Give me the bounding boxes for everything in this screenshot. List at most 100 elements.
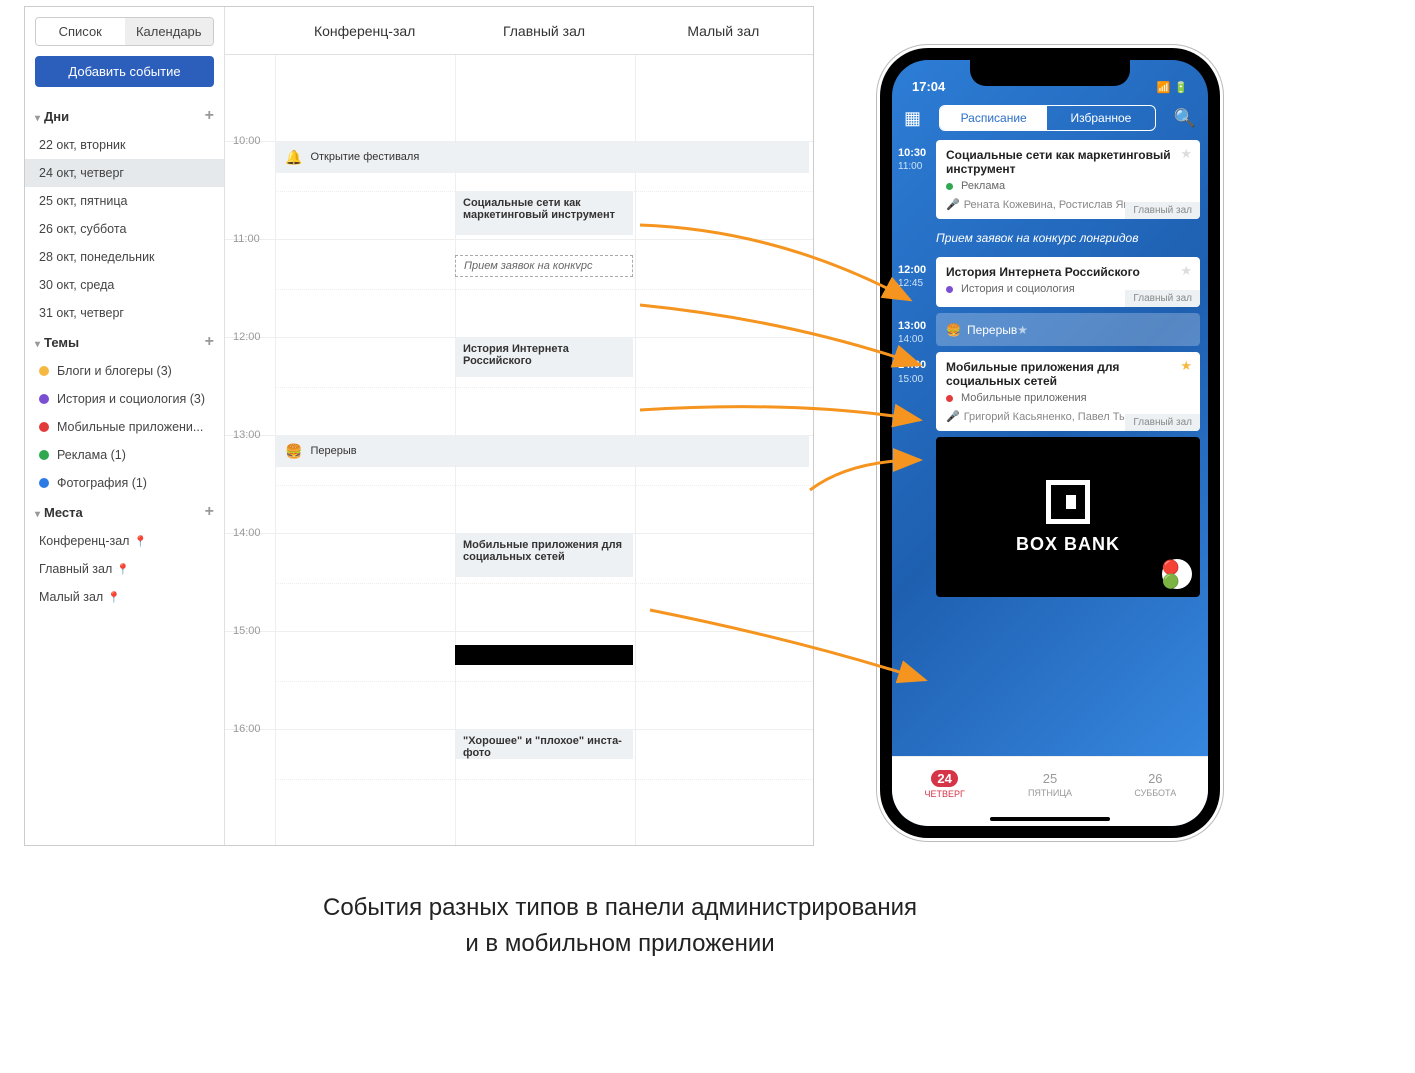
event-photo[interactable]: "Хорошее" и "плохое" инста-фото: [455, 729, 633, 759]
places-label: Места: [44, 505, 83, 520]
break-label: Перерыв: [967, 323, 1017, 337]
bottom-tab[interactable]: 26 СУББОТА: [1103, 757, 1208, 812]
card-title: Мобильные приложения для социальных сете…: [946, 360, 1190, 388]
event-history[interactable]: История Интернета Российского: [455, 337, 633, 377]
event-mobile[interactable]: Мобильные приложения для социальных сете…: [455, 533, 633, 577]
status-icons: 📶 🔋: [1157, 81, 1188, 94]
place-item[interactable]: Конференц-зал📍: [25, 527, 224, 555]
status-time: 17:04: [912, 79, 945, 94]
room-header: Конференц-зал: [275, 7, 454, 54]
card-title: Социальные сети как маркетинговый инстру…: [946, 148, 1190, 176]
time-column: 14:00 15:00: [892, 352, 936, 431]
time-start: 10:30: [898, 146, 936, 160]
feed-banner[interactable]: Прием заявок на конкурс лонгридов: [892, 225, 1208, 251]
star-icon[interactable]: ★: [1180, 358, 1192, 374]
theme-item[interactable]: Мобильные приложени...: [25, 413, 224, 441]
bell-icon: 🔔: [285, 149, 302, 166]
day-item[interactable]: 24 окт, четверг: [25, 159, 224, 187]
event-opening[interactable]: 🔔 Открытие фестиваля: [275, 141, 809, 173]
ad-text: BOX BANK: [1016, 534, 1120, 555]
section-themes[interactable]: ▾Темы +: [25, 327, 224, 357]
theme-label: История и социология (3): [57, 392, 205, 406]
admin-panel: Список Календарь Добавить событие ▾Дни +…: [24, 6, 814, 846]
wifi-icon: 📶: [1157, 81, 1171, 94]
grid-icon[interactable]: ▦: [904, 108, 921, 129]
dots-icon: 🔴🟢: [1162, 560, 1192, 588]
phone-screen: 17:04 📶 🔋 ▦ Расписание Избранное 🔍 10:30…: [892, 60, 1208, 826]
event-card[interactable]: Мобильные приложения для социальных сете…: [936, 352, 1200, 431]
card-room: Главный зал: [1125, 414, 1200, 431]
add-day-button[interactable]: +: [205, 107, 214, 125]
day-item[interactable]: 30 окт, среда: [25, 271, 224, 299]
event-break[interactable]: 🍔 Перерыв: [275, 435, 809, 467]
theme-item[interactable]: Фотография (1): [25, 469, 224, 497]
pin-icon: 📍: [107, 591, 121, 604]
color-dot-icon: [946, 183, 953, 190]
bottom-tab[interactable]: 25 ПЯТНИЦА: [997, 757, 1102, 812]
figure-caption: События разных типов в панели администри…: [0, 890, 1240, 962]
card-room: Главный зал: [1125, 202, 1200, 219]
time-start: 13:00: [898, 319, 936, 333]
feed-item[interactable]: 10:30 11:00 Социальные сети как маркетин…: [892, 140, 1208, 219]
event-banner[interactable]: [455, 645, 633, 665]
day-item[interactable]: 22 окт, вторник: [25, 131, 224, 159]
place-item[interactable]: Главный зал📍: [25, 555, 224, 583]
section-days[interactable]: ▾Дни +: [25, 101, 224, 131]
coffee-icon: 🍔: [946, 323, 961, 337]
search-icon[interactable]: 🔍: [1174, 108, 1196, 129]
time-end: 14:00: [898, 333, 936, 346]
day-item[interactable]: 31 окт, четверг: [25, 299, 224, 327]
calendar-grid: Конференц-зал Главный зал Малый зал 10:0…: [225, 7, 813, 845]
ad-fab-button[interactable]: 🔴🟢: [1162, 559, 1192, 589]
color-dot-icon: [39, 422, 49, 432]
event-card[interactable]: Социальные сети как маркетинговый инстру…: [936, 140, 1200, 219]
event-social[interactable]: Социальные сети как маркетинговый инстру…: [455, 191, 633, 235]
theme-item[interactable]: История и социология (3): [25, 385, 224, 413]
feed-break[interactable]: 13:00 14:00 🍔 Перерыв ★: [892, 313, 1208, 346]
theme-item[interactable]: Блоги и блогеры (3): [25, 357, 224, 385]
time-column: 10:30 11:00: [892, 140, 936, 219]
ad-block[interactable]: BOX BANK 🔴🟢: [936, 437, 1200, 597]
calendar-body[interactable]: 10:00 11:00 12:00 13:00 14:00 15:00 16:0…: [225, 55, 813, 845]
tag-label: История и социология: [961, 283, 1075, 295]
star-icon[interactable]: ★: [1180, 263, 1192, 279]
add-place-button[interactable]: +: [205, 503, 214, 521]
section-places[interactable]: ▾Места +: [25, 497, 224, 527]
tab-schedule[interactable]: Расписание: [940, 106, 1047, 130]
event-card[interactable]: История Интернета Российского История и …: [936, 257, 1200, 307]
view-calendar-button[interactable]: Календарь: [125, 18, 214, 45]
day-item[interactable]: 25 окт, пятница: [25, 187, 224, 215]
home-indicator[interactable]: [892, 812, 1208, 826]
coffee-icon: 🍔: [285, 443, 302, 460]
break-card[interactable]: 🍔 Перерыв ★: [936, 313, 1200, 346]
day-item[interactable]: 28 окт, понедельник: [25, 243, 224, 271]
caret-icon: ▾: [35, 113, 40, 124]
add-event-button[interactable]: Добавить событие: [35, 56, 214, 87]
card-tag: Реклама: [946, 180, 1190, 192]
hour-label: 11:00: [233, 233, 260, 245]
tab-favorites[interactable]: Избранное: [1047, 106, 1154, 130]
star-icon[interactable]: ★: [1180, 146, 1192, 162]
bottom-tab[interactable]: 24 ЧЕТВЕРГ: [892, 757, 997, 812]
sidebar: Список Календарь Добавить событие ▾Дни +…: [25, 7, 225, 845]
time-start: 12:00: [898, 263, 936, 277]
time-end: 12:45: [898, 277, 936, 290]
day-item[interactable]: 26 окт, суббота: [25, 215, 224, 243]
theme-item[interactable]: Реклама (1): [25, 441, 224, 469]
bottom-tabs: 24 ЧЕТВЕРГ 25 ПЯТНИЦА 26 СУББОТА: [892, 756, 1208, 812]
place-item[interactable]: Малый зал📍: [25, 583, 224, 611]
theme-label: Блоги и блогеры (3): [57, 364, 172, 378]
star-icon[interactable]: ★: [1017, 323, 1028, 337]
event-draft[interactable]: Пpuем заявок на конкvpс: [455, 255, 633, 277]
feed-item[interactable]: 14:00 15:00 Мобильные приложения для соц…: [892, 352, 1208, 431]
caret-icon: ▾: [35, 339, 40, 350]
view-list-button[interactable]: Список: [36, 18, 125, 45]
tab-label: ПЯТНИЦА: [1028, 788, 1072, 798]
tab-num: 26: [1148, 771, 1162, 786]
feed[interactable]: 10:30 11:00 Социальные сети как маркетин…: [892, 140, 1208, 756]
color-dot-icon: [39, 450, 49, 460]
tab-label: СУББОТА: [1134, 788, 1176, 798]
add-theme-button[interactable]: +: [205, 333, 214, 351]
color-dot-icon: [39, 366, 49, 376]
feed-item[interactable]: 12:00 12:45 История Интернета Российског…: [892, 257, 1208, 307]
